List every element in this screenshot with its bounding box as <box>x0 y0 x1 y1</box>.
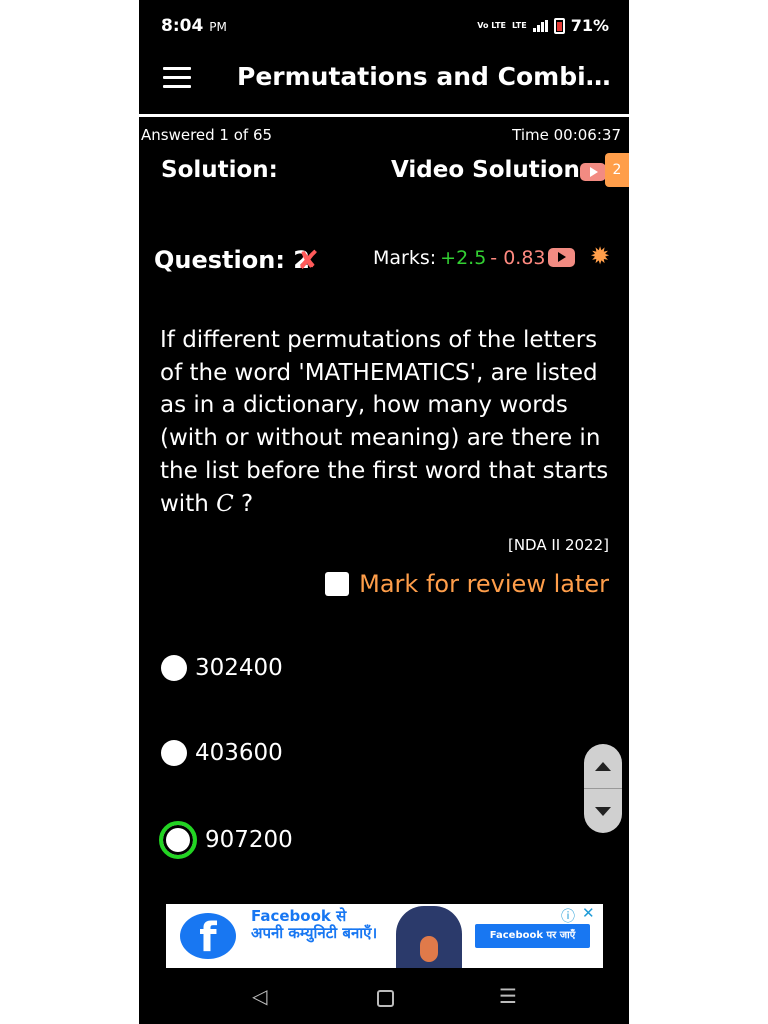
solution-button[interactable]: Solution: <box>161 157 278 183</box>
ad-close-icon[interactable]: ✕ <box>582 904 595 922</box>
back-icon[interactable]: ◁ <box>252 984 267 1008</box>
question-text-end: ? <box>233 490 254 517</box>
option-3[interactable]: 907200 <box>159 821 293 859</box>
status-time-value: 8:04 <box>161 16 204 36</box>
video-count-badge[interactable]: 2 <box>605 153 629 187</box>
youtube-icon[interactable] <box>548 248 575 267</box>
home-icon[interactable] <box>377 990 394 1007</box>
question-number: Question: 2 <box>154 246 310 274</box>
facebook-logo-icon: f <box>180 913 236 961</box>
question-math: C <box>216 490 234 517</box>
lte-indicator: LTE <box>512 20 527 30</box>
review-checkbox[interactable] <box>325 572 350 596</box>
mark-for-review[interactable]: Mark for review later <box>325 570 609 598</box>
scroll-down-icon[interactable] <box>584 789 622 833</box>
page-title: Permutations and Combinati... <box>237 62 617 91</box>
scroll-up-icon[interactable] <box>584 744 622 788</box>
youtube-icon[interactable] <box>580 163 606 181</box>
bug-icon[interactable]: ✹ <box>590 242 610 270</box>
menu-icon[interactable] <box>163 67 191 89</box>
question-text: If different permutations of the letters… <box>160 324 615 520</box>
phone-screen: 8:04 PM Vo LTE LTE 71% Permutations and … <box>139 0 629 1024</box>
volte-indicator: Vo LTE <box>477 20 506 30</box>
marks-negative: - 0.83 <box>490 247 546 269</box>
option-radio[interactable] <box>161 740 187 766</box>
timer: Time 00:06:37 <box>512 126 621 144</box>
option-1[interactable]: 302400 <box>161 655 283 681</box>
question-source: [NDA II 2022] <box>507 536 609 554</box>
marks-label: Marks: <box>373 247 437 269</box>
status-bar: 8:04 PM Vo LTE LTE 71% <box>139 0 629 52</box>
marks-info: Marks: +2.5 - 0.83 <box>373 247 546 269</box>
ad-banner[interactable]: f Facebook से अपनी कम्युनिटी बनाएँ। Face… <box>166 904 603 968</box>
option-radio-selected[interactable] <box>159 821 197 859</box>
option-2[interactable]: 403600 <box>161 740 283 766</box>
marks-positive: +2.5 <box>440 247 487 269</box>
answered-count: Answered 1 of 65 <box>141 126 273 144</box>
status-time: 8:04 PM <box>161 16 227 36</box>
review-label: Mark for review later <box>359 570 609 598</box>
option-label: 302400 <box>195 655 283 681</box>
option-label: 403600 <box>195 740 283 766</box>
header-divider <box>139 114 629 117</box>
battery-icon <box>553 17 565 34</box>
video-solution-button[interactable]: Video Solution: <box>391 157 589 183</box>
option-label: 907200 <box>205 827 293 853</box>
ad-headline: Facebook से अपनी कम्युनिटी बनाएँ। <box>251 907 378 942</box>
scroll-control <box>584 744 622 833</box>
status-ampm: PM <box>209 20 227 34</box>
app-bar: Permutations and Combinati... <box>139 52 629 114</box>
question-text-part: If different permutations of the letters… <box>160 327 609 517</box>
cross-mark-icon: ✘ <box>297 246 319 276</box>
ad-image <box>396 906 462 968</box>
battery-percent: 71% <box>570 16 609 35</box>
system-nav-bar: ◁ ☰ <box>139 972 629 1024</box>
ad-cta-button[interactable]: Facebook पर जाएँ <box>475 924 590 948</box>
signal-icon <box>532 19 548 32</box>
ad-info-icon[interactable]: ⓘ <box>561 906 575 926</box>
status-icons: Vo LTE LTE 71% <box>477 16 609 35</box>
recents-icon[interactable]: ☰ <box>499 984 517 1008</box>
option-radio[interactable] <box>161 655 187 681</box>
